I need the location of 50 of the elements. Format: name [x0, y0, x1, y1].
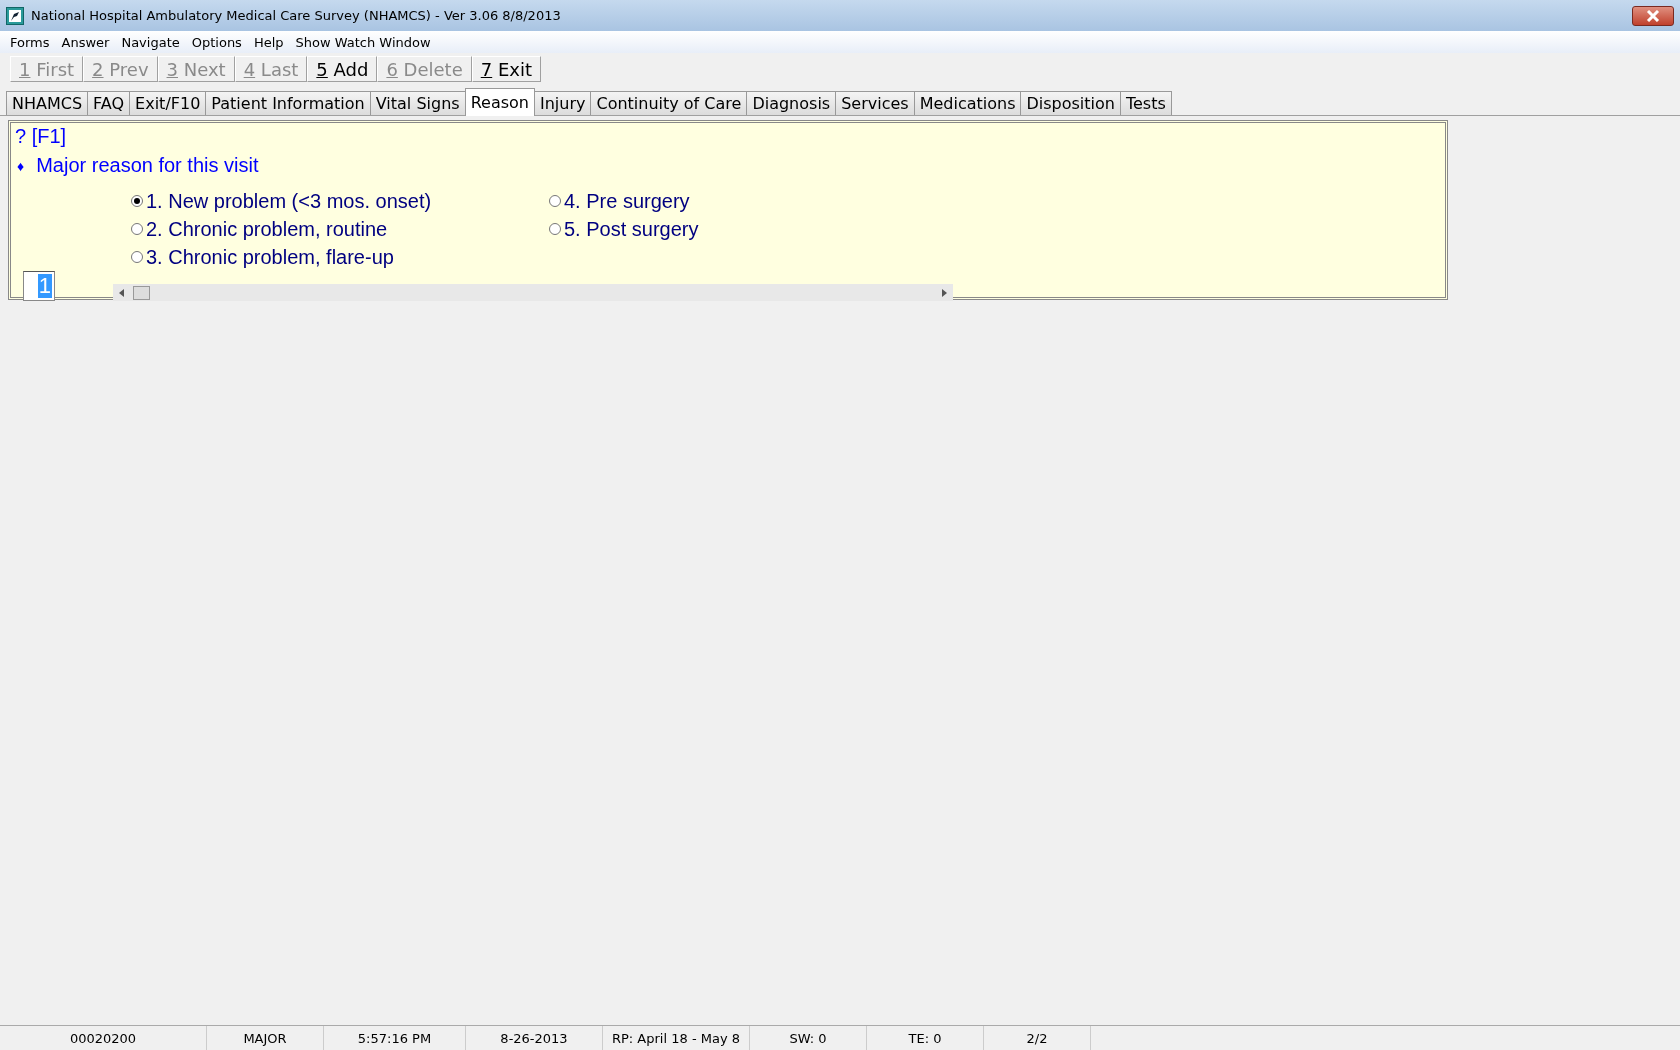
scroll-right-icon[interactable] [941, 288, 947, 297]
app-icon [6, 6, 24, 25]
option-label[interactable]: 4. Pre surgery [564, 189, 690, 213]
menu-item[interactable]: Answer [55, 34, 116, 50]
scroll-left-icon[interactable] [119, 288, 125, 297]
option-label[interactable]: 2. Chronic problem, routine [146, 217, 388, 241]
menu-item[interactable]: Forms [4, 34, 56, 50]
status-field: 2/2 [984, 1026, 1091, 1050]
tab[interactable]: Services [835, 91, 915, 115]
status-field: 8-26-2013 [466, 1026, 603, 1050]
question-text: Major reason for this visit [36, 154, 259, 177]
status-field: 5:57:16 PM [324, 1026, 466, 1050]
status-field: SW: 0 [750, 1026, 867, 1050]
tab[interactable]: Disposition [1020, 91, 1121, 115]
tab[interactable]: Exit/F10 [129, 91, 207, 115]
tab[interactable]: Patient Information [205, 91, 371, 115]
status-field: 00020200 [0, 1026, 207, 1050]
tab[interactable]: Reason [464, 88, 535, 116]
toolbar-button[interactable]: 5 Add [307, 56, 378, 82]
close-icon [1646, 9, 1660, 22]
option-label[interactable]: 5. Post surgery [564, 217, 699, 241]
help-link[interactable]: ? [F1] [11, 123, 1445, 150]
tab[interactable]: Continuity of Care [590, 91, 748, 115]
status-field: MAJOR [207, 1026, 324, 1050]
menu-item[interactable]: Options [185, 34, 248, 50]
tab[interactable]: Vital Signs [369, 91, 466, 115]
bullet: ♦ [17, 157, 25, 174]
tab[interactable]: FAQ [87, 91, 131, 115]
option-label[interactable]: 3. Chronic problem, flare-up [146, 245, 394, 269]
menu-item[interactable]: Help [247, 34, 290, 50]
option-label[interactable]: 1. New problem (<3 mos. onset) [146, 189, 432, 213]
radio-button[interactable] [131, 251, 143, 263]
horizontal-scrollbar[interactable] [113, 284, 953, 301]
tab[interactable]: NHAMCS [6, 91, 89, 115]
tab[interactable]: Tests [1119, 91, 1172, 115]
tab[interactable]: Injury [533, 91, 592, 115]
radio-button[interactable] [549, 223, 561, 235]
radio-button[interactable] [549, 195, 561, 207]
status-field: TE: 0 [867, 1026, 984, 1050]
menu-item[interactable]: Navigate [115, 34, 186, 50]
window-title: National Hospital Ambulatory Medical Care Survey (NHAMCS) - Ver 3.06 8/8/2013 [31, 8, 562, 23]
scroll-thumb[interactable] [133, 285, 150, 300]
radio-button[interactable] [131, 223, 143, 235]
tab[interactable]: Medications [913, 91, 1022, 115]
menu-item[interactable]: Show Watch Window [289, 34, 437, 50]
radio-button[interactable] [131, 195, 143, 207]
tab[interactable]: Diagnosis [746, 91, 837, 115]
toolbar-button[interactable]: 7 Exit [471, 56, 542, 82]
close-button[interactable] [1632, 5, 1674, 26]
status-field: RP: April 18 - May 8 [603, 1026, 750, 1050]
